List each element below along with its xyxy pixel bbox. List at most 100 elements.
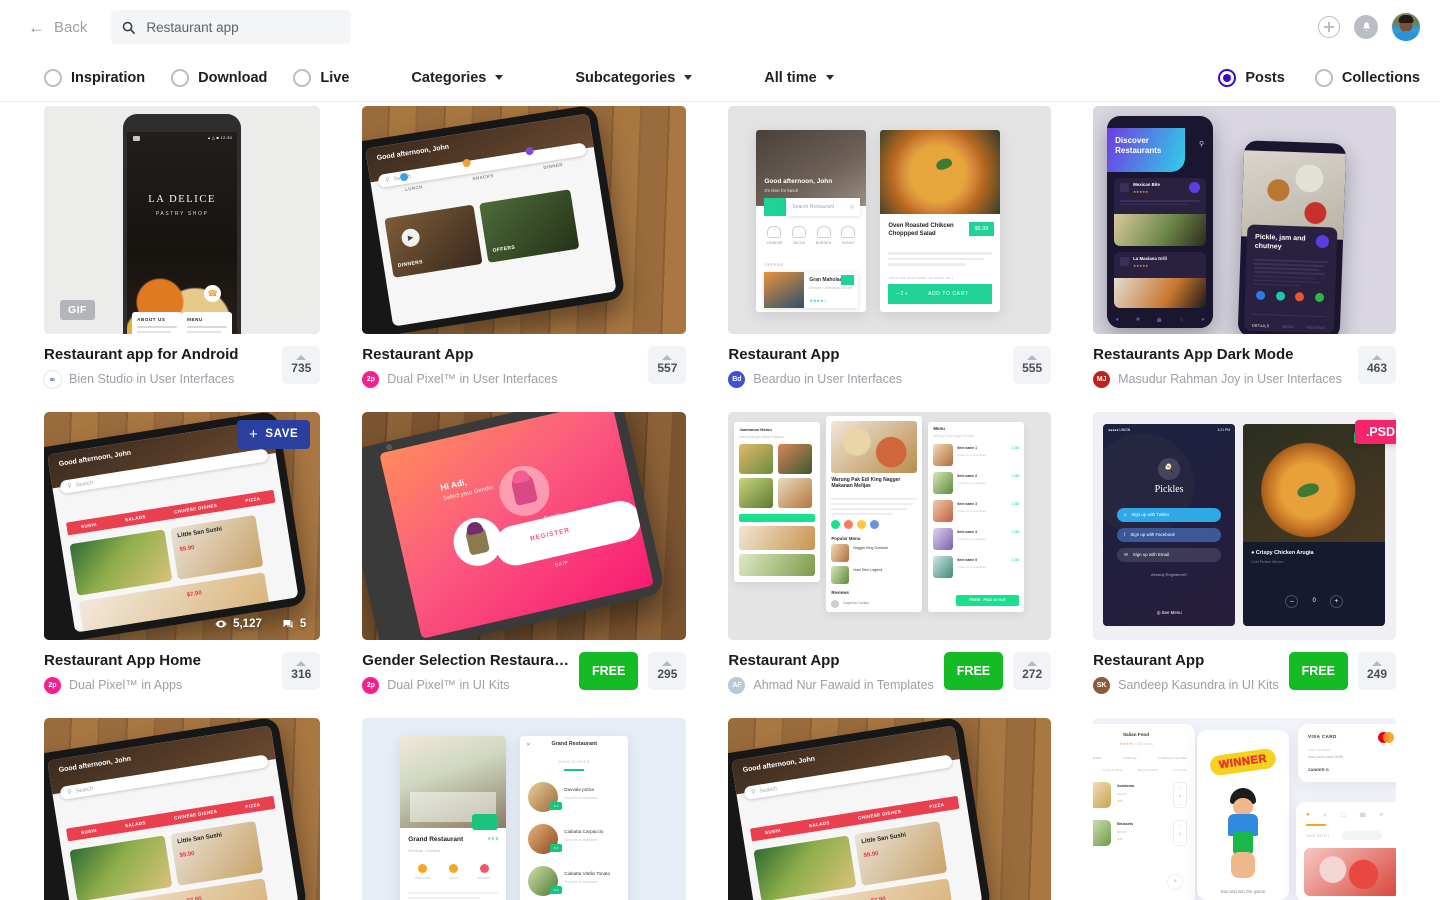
view-mode-collections[interactable]: Collections <box>1314 68 1420 87</box>
card-actions: 735 <box>282 346 321 384</box>
triangle-up-icon <box>662 355 673 360</box>
result-card[interactable]: LA DELICE PASTRY SHOP ☎ ABOUT US MENU ▴ … <box>44 106 321 412</box>
card-title[interactable]: Restaurant App <box>1093 652 1279 671</box>
card-thumbnail[interactable]: Good afternoon, John It's time for lunch… <box>728 106 1052 334</box>
bell-icon[interactable] <box>1354 15 1378 39</box>
user-avatar[interactable] <box>1392 13 1420 41</box>
avatar-shoulders <box>1393 31 1419 41</box>
dropdown-all-time-label: All time <box>764 69 817 86</box>
result-card[interactable]: Good afternoon, John It's time for lunch… <box>728 106 1052 412</box>
upvote-button[interactable]: 735 <box>282 346 321 384</box>
search-box[interactable] <box>111 10 352 44</box>
search-input[interactable] <box>146 19 342 35</box>
card-meta: Restaurants App Dark Mode MJ Masudur Rah… <box>1093 334 1396 388</box>
free-badge[interactable]: FREE <box>943 651 1004 690</box>
card-title[interactable]: Gender Selection Restaura… <box>362 652 569 671</box>
back-button[interactable]: ← Back <box>28 19 87 36</box>
card-thumbnail[interactable]: Jambanan Melon Warung Burger Bacar Patic… <box>728 411 1052 640</box>
card-actions: 463 <box>1358 346 1396 384</box>
card-subtitle[interactable]: Ahmad Nur Fawaid in Templates <box>753 678 933 692</box>
result-card[interactable]: Good afternoon, John ⚲ Search Little San… <box>44 717 321 900</box>
upvote-count: 272 <box>1022 666 1043 681</box>
card-meta-text: Restaurant App Home 2p Dual Pixel™ in Ap… <box>44 652 272 694</box>
card-thumbnail[interactable]: Italian Food ★★★★☆ 256 rating ◎ DELIVER◎… <box>1093 717 1396 900</box>
author-avatar[interactable]: SK <box>1093 676 1111 694</box>
results-scroll-area[interactable]: LA DELICE PASTRY SHOP ☎ ABOUT US MENU ▴ … <box>0 102 1440 900</box>
card-thumbnail[interactable]: Good afternoon, John ⚲ Search Little San… <box>44 717 321 900</box>
filter-live-label: Live <box>320 69 350 86</box>
back-label: Back <box>54 18 88 36</box>
card-thumbnail[interactable]: Good afternoon, John ⚲ Search Little San… <box>44 411 321 640</box>
filter-download[interactable]: Download <box>171 68 267 87</box>
card-subtitle-row: SK Sandeep Kasundra in UI Kits <box>1093 676 1279 694</box>
result-card[interactable]: Discover Restaurants ⚲ Mexican Bite ★★★★… <box>1093 106 1396 412</box>
result-card[interactable]: Good afternoon, John ⚲ Search DINNERS OF… <box>362 106 687 412</box>
result-card[interactable]: Good afternoon, John ⚲ Search Little San… <box>728 717 1052 900</box>
dropdown-all-time[interactable]: All time <box>764 69 834 86</box>
card-subtitle[interactable]: Dual Pixel™ in Apps <box>69 678 182 692</box>
author-avatar[interactable]: Bd <box>728 370 746 388</box>
triangle-up-icon <box>1027 355 1038 360</box>
dropdown-subcategories[interactable]: Subcategories <box>575 70 693 86</box>
card-title[interactable]: Restaurant app for Android <box>44 346 272 365</box>
card-thumbnail[interactable]: ●●●●● UNION 4:21 PM 🍳 Pickles x Sign up wi… <box>1093 411 1396 640</box>
card-thumbnail[interactable]: Good afternoon, John ⚲ Search Little San… <box>728 717 1052 900</box>
card-meta: Gender Selection Restaura… 2p Dual Pixel… <box>362 640 687 694</box>
filter-inspiration[interactable]: Inspiration <box>44 68 145 87</box>
author-avatar[interactable]: Bi <box>44 370 61 388</box>
card-thumbnail[interactable]: Good afternoon, John ⚲ Search DINNERS OF… <box>362 106 687 334</box>
card-thumbnail[interactable]: Discover Restaurants ⚲ Mexican Bite ★★★★… <box>1093 106 1396 334</box>
card-meta-text: Restaurant App AF Ahmad Nur Fawaid in Te… <box>728 652 934 694</box>
upvote-button[interactable]: 463 <box>1358 346 1396 384</box>
card-title[interactable]: Restaurant App <box>728 652 933 671</box>
save-button[interactable]: + SAVE <box>237 419 311 449</box>
card-meta-text: Restaurants App Dark Mode MJ Masudur Rah… <box>1093 346 1348 388</box>
top-bar: ← Back <box>0 0 1440 54</box>
card-meta-text: Restaurant app for Android Bi Bien Studi… <box>44 346 272 388</box>
author-avatar[interactable]: 2p <box>44 676 61 694</box>
card-subtitle[interactable]: Bien Studio in User Interfaces <box>69 372 234 386</box>
author-avatar[interactable]: MJ <box>1093 370 1111 388</box>
card-thumbnail[interactable]: LA DELICE PASTRY SHOP ☎ ABOUT US MENU ▴ … <box>44 106 321 334</box>
card-subtitle[interactable]: Dual Pixel™ in User Interfaces <box>387 372 557 386</box>
card-subtitle[interactable]: Sandeep Kasundra in UI Kits <box>1118 678 1279 692</box>
upvote-button[interactable]: 557 <box>648 346 687 384</box>
card-subtitle-row: AF Ahmad Nur Fawaid in Templates <box>728 676 934 694</box>
upvote-button[interactable]: 272 <box>1013 651 1052 690</box>
card-actions: FREE 272 <box>943 651 1052 690</box>
upvote-count: 295 <box>657 666 678 681</box>
author-avatar[interactable]: 2p <box>362 676 380 694</box>
upvote-button[interactable]: 295 <box>648 651 687 690</box>
card-title[interactable]: Restaurant App <box>728 346 1003 365</box>
author-avatar[interactable]: AF <box>728 676 746 694</box>
author-avatar[interactable]: 2p <box>362 370 380 388</box>
view-mode-posts[interactable]: Posts <box>1218 68 1285 87</box>
upvote-button[interactable]: 316 <box>282 651 321 690</box>
result-card[interactable]: Jambanan Melon Warung Burger Bacar Patic… <box>728 411 1052 718</box>
card-subtitle[interactable]: Dual Pixel™ in UI Kits <box>387 678 509 692</box>
view-mode-collections-label: Collections <box>1341 69 1420 86</box>
result-card[interactable]: Grand Restaurant Mexican, Chelsea € € € … <box>362 717 687 900</box>
result-card[interactable]: Italian Food ★★★★☆ 256 rating ◎ DELIVER◎… <box>1093 717 1396 900</box>
free-badge[interactable]: FREE <box>579 651 639 690</box>
card-subtitle[interactable]: Bearduo in User Interfaces <box>753 372 902 386</box>
result-card[interactable]: ●●●●● UNION 4:21 PM 🍳 Pickles x Sign up wi… <box>1093 411 1396 718</box>
type-filter-group: Inspiration Download Live <box>44 68 350 87</box>
upvote-count: 735 <box>291 361 312 375</box>
result-card[interactable]: Good afternoon, John ⚲ Search Little San… <box>44 411 321 718</box>
dropdown-categories[interactable]: Categories <box>411 70 504 86</box>
card-thumbnail[interactable]: Hi Adi, Select your Gender Female Male R… <box>362 411 687 640</box>
upvote-button[interactable]: 249 <box>1358 651 1396 690</box>
upvote-button[interactable]: 555 <box>1013 346 1052 384</box>
card-subtitle[interactable]: Masudur Rahman Joy in User Interfaces <box>1118 372 1342 386</box>
filter-live[interactable]: Live <box>293 68 350 87</box>
card-meta: Restaurant App Bd Bearduo in User Interf… <box>728 334 1052 388</box>
card-thumbnail[interactable]: Grand Restaurant Mexican, Chelsea € € € … <box>362 717 687 900</box>
result-card[interactable]: Hi Adi, Select your Gender Female Male R… <box>362 411 687 718</box>
card-title[interactable]: Restaurant App <box>362 346 638 365</box>
free-badge[interactable]: FREE <box>1288 651 1348 690</box>
card-title[interactable]: Restaurant App Home <box>44 652 272 671</box>
plus-circle-icon[interactable] <box>1318 16 1340 38</box>
dropdown-group: Categories Subcategories All time <box>411 70 905 86</box>
card-title[interactable]: Restaurants App Dark Mode <box>1093 346 1348 365</box>
